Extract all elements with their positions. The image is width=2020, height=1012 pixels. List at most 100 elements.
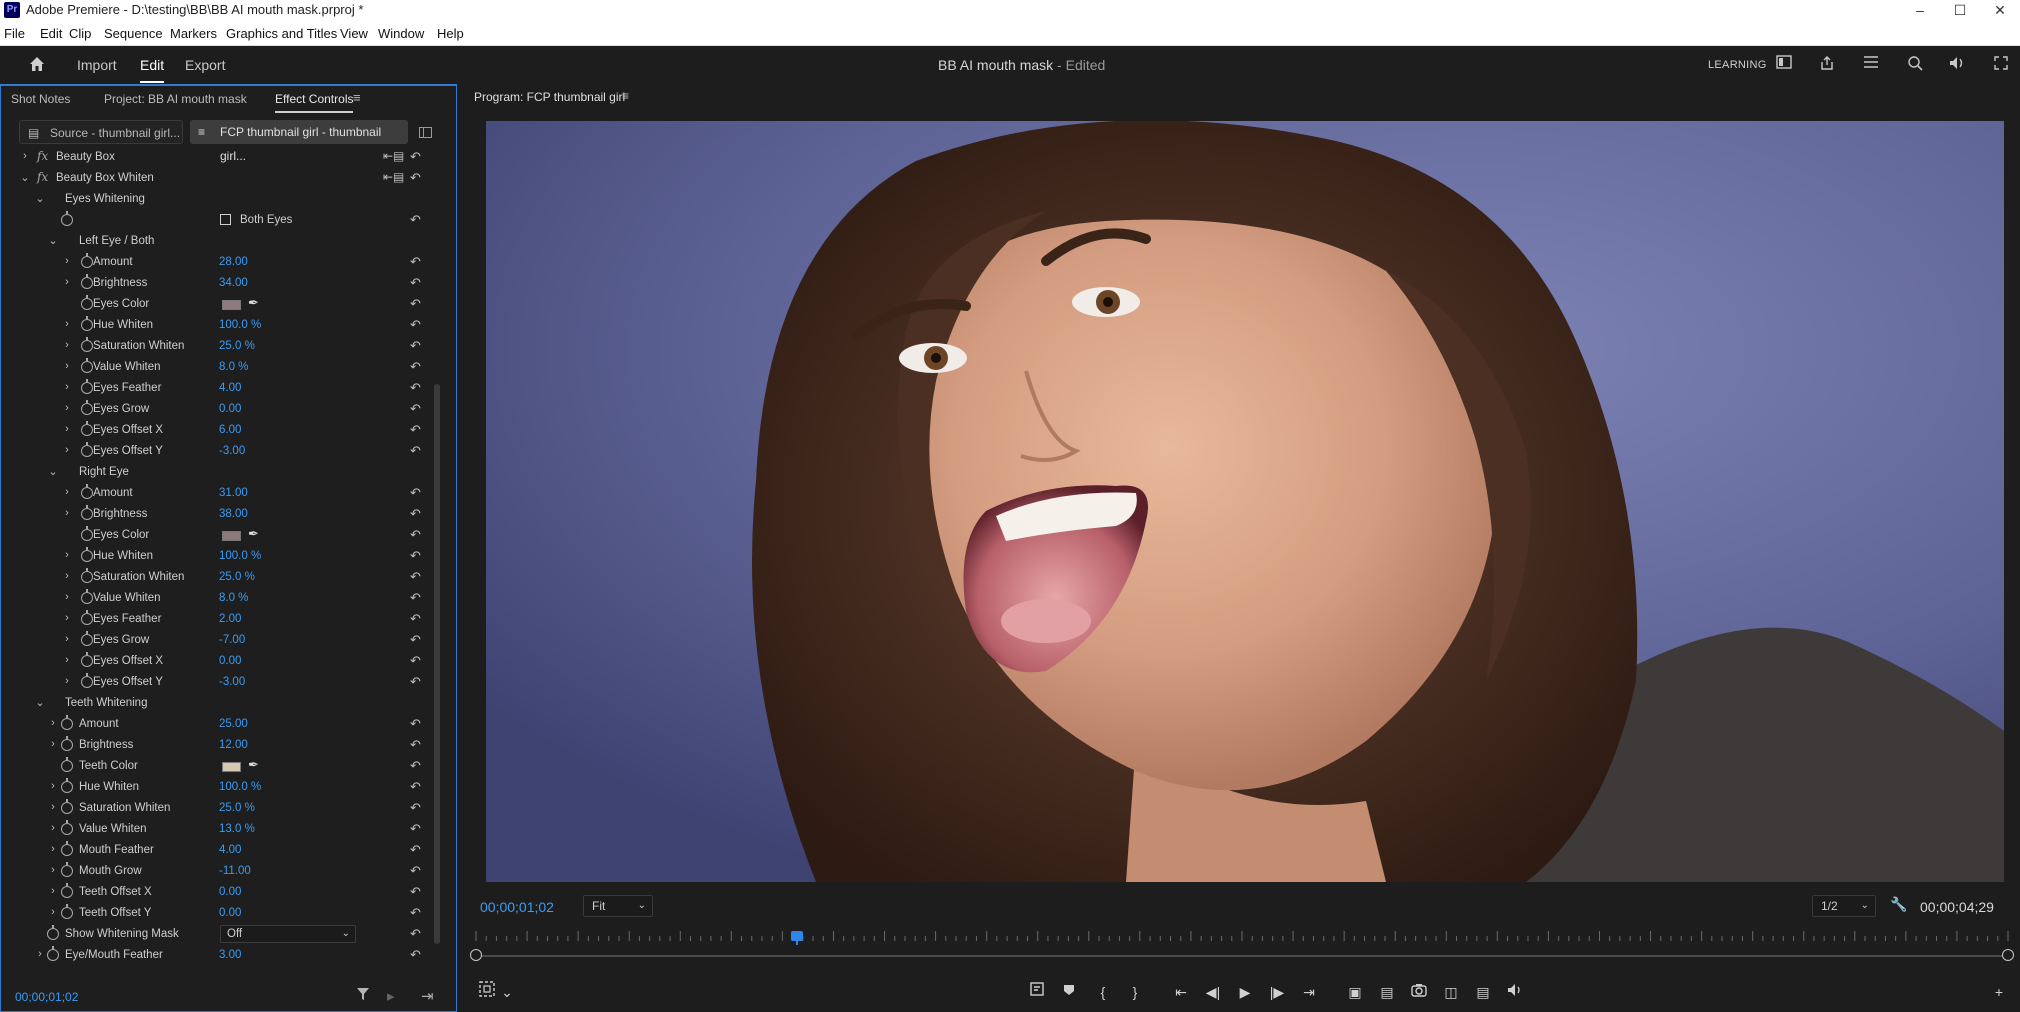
playhead-handle[interactable]	[790, 931, 803, 945]
stopwatch-icon[interactable]	[81, 484, 93, 499]
panel-menu-icon[interactable]: ≡	[353, 90, 361, 105]
reset-icon[interactable]: ↶	[410, 842, 421, 858]
reset-icon[interactable]: ↶	[410, 527, 421, 543]
effect-menu-icon[interactable]: ⇤▤	[383, 170, 404, 184]
learning-button[interactable]: LEARNING	[1708, 59, 1767, 71]
proxy-toggle-icon[interactable]: ▤	[1472, 981, 1494, 1003]
effect-param-amount[interactable]: › Amount 31.00 ↶	[1, 483, 441, 504]
effect-param-brightness[interactable]: › Brightness 34.00 ↶	[1, 273, 441, 294]
param-value[interactable]: 13.0 %	[219, 823, 255, 835]
effect-param-amount[interactable]: › Amount 28.00 ↶	[1, 252, 441, 273]
stopwatch-icon[interactable]	[81, 631, 93, 646]
stopwatch-icon[interactable]	[81, 568, 93, 583]
param-value[interactable]: 100.0 %	[219, 781, 261, 793]
param-value[interactable]: -11.00	[219, 865, 251, 877]
stopwatch-icon[interactable]	[81, 379, 93, 394]
chevron-right-icon[interactable]: ›	[61, 423, 73, 435]
stopwatch-icon[interactable]	[81, 295, 93, 310]
color-swatch[interactable]	[222, 762, 241, 772]
menu-markers[interactable]: Markers	[170, 26, 217, 41]
chevron-right-icon[interactable]: ›	[61, 507, 73, 519]
reset-icon[interactable]: ↶	[410, 821, 421, 837]
effect-param-teeth-offset-y[interactable]: › Teeth Offset Y 0.00 ↶	[1, 903, 441, 924]
chevron-right-icon[interactable]: ›	[61, 318, 73, 330]
play-audio-icon[interactable]: ▸	[387, 987, 395, 1005]
sequence-clip-tab[interactable]: ≡ FCP thumbnail girl - thumbnail girl...	[190, 120, 408, 163]
reset-icon[interactable]: ↶	[410, 737, 421, 753]
menu-file[interactable]: File	[4, 26, 25, 41]
panel-layout-icon[interactable]	[1773, 55, 1795, 75]
timeline-view-toggle-icon[interactable]	[419, 127, 432, 138]
stopwatch-icon[interactable]	[61, 862, 73, 877]
effect-param-eyes-color[interactable]: Eyes Color ✒ ↶	[1, 294, 441, 315]
effect-param-value-whiten[interactable]: › Value Whiten 13.0 % ↶	[1, 819, 441, 840]
reset-icon[interactable]: ↶	[410, 800, 421, 816]
eyedropper-icon[interactable]: ✒	[248, 526, 259, 542]
step-back-icon[interactable]: ◀​|	[1202, 981, 1224, 1003]
param-value[interactable]: 3.00	[219, 949, 241, 961]
program-timecode[interactable]: 00;00;01;02	[480, 899, 554, 915]
settings-wrench-icon[interactable]: 🔧	[1890, 896, 1907, 913]
chevron-right-icon[interactable]: ›	[61, 654, 73, 666]
nav-export[interactable]: Export	[185, 57, 225, 73]
effect-param-eyes-offset-y[interactable]: › Eyes Offset Y -3.00 ↶	[1, 672, 441, 693]
effect-param-value-whiten[interactable]: › Value Whiten 8.0 % ↶	[1, 588, 441, 609]
param-value[interactable]: 8.0 %	[219, 592, 248, 604]
playback-resolution-select[interactable]: 1/2 ⌄	[1812, 895, 1876, 917]
effect-param-hue-whiten[interactable]: › Hue Whiten 100.0 % ↶	[1, 315, 441, 336]
chevron-right-icon[interactable]: ›	[61, 612, 73, 624]
effect-param-mouth-grow[interactable]: › Mouth Grow -11.00 ↶	[1, 861, 441, 882]
menu-sequence[interactable]: Sequence	[104, 26, 163, 41]
stopwatch-icon[interactable]	[47, 946, 59, 961]
video-frame[interactable]	[486, 121, 2004, 882]
stopwatch-icon[interactable]	[81, 505, 93, 520]
stopwatch-icon[interactable]	[81, 610, 93, 625]
chevron-right-icon[interactable]: ›	[47, 801, 59, 813]
effect-param-left-eye-both[interactable]: ⌄ Left Eye / Both	[1, 231, 441, 252]
reset-icon[interactable]: ↶	[410, 611, 421, 627]
zoom-level-select[interactable]: Fit ⌄	[583, 895, 653, 917]
nav-import[interactable]: Import	[77, 57, 117, 73]
param-value[interactable]: 0.00	[219, 403, 241, 415]
reset-icon[interactable]: ↶	[410, 422, 421, 438]
param-value[interactable]: 4.00	[219, 844, 241, 856]
effect-param-hue-whiten[interactable]: › Hue Whiten 100.0 % ↶	[1, 546, 441, 567]
param-value[interactable]: 25.0 %	[219, 571, 255, 583]
chevron-right-icon[interactable]: ›	[61, 339, 73, 351]
menu-clip[interactable]: Clip	[69, 26, 91, 41]
safe-margins-icon[interactable]	[476, 981, 498, 1003]
effect-param-brightness[interactable]: › Brightness 38.00 ↶	[1, 504, 441, 525]
effect-param-teeth-color[interactable]: Teeth Color ✒ ↶	[1, 756, 441, 777]
reset-icon[interactable]: ↶	[410, 317, 421, 333]
reset-icon[interactable]: ↶	[410, 716, 421, 732]
volume-icon[interactable]	[1946, 55, 1968, 75]
stopwatch-icon[interactable]	[81, 442, 93, 457]
param-value[interactable]: 0.00	[219, 907, 241, 919]
whitening-mask-select[interactable]: Off ⌄	[220, 925, 356, 943]
chevron-right-icon[interactable]: ›	[61, 591, 73, 603]
zoom-scroll-bar[interactable]	[476, 955, 2008, 957]
share-icon[interactable]	[1816, 55, 1838, 75]
go-to-in-icon[interactable]: ⇤	[1170, 981, 1192, 1003]
close-icon[interactable]: ✕	[1980, 0, 2020, 20]
effect-param-brightness[interactable]: › Brightness 12.00 ↶	[1, 735, 441, 756]
param-value[interactable]: 28.00	[219, 256, 248, 268]
reset-icon[interactable]: ↶	[410, 779, 421, 795]
add-marker-icon[interactable]	[1058, 981, 1080, 1003]
nav-edit[interactable]: Edit	[140, 57, 165, 83]
stopwatch-icon[interactable]	[61, 883, 73, 898]
stopwatch-icon[interactable]	[81, 400, 93, 415]
stopwatch-icon[interactable]	[61, 820, 73, 835]
stopwatch-icon[interactable]	[81, 589, 93, 604]
param-value[interactable]: 2.00	[219, 613, 241, 625]
program-menu-icon[interactable]: ≡	[622, 89, 629, 103]
chevron-right-icon[interactable]: ›	[47, 843, 59, 855]
color-swatch[interactable]	[222, 531, 241, 541]
chevron-right-icon[interactable]: ›	[47, 906, 59, 918]
effect-param-teeth-offset-x[interactable]: › Teeth Offset X 0.00 ↶	[1, 882, 441, 903]
fx-toggle-icon[interactable]: fx	[37, 149, 48, 163]
menu-view[interactable]: View	[340, 26, 368, 41]
effect-controls-scrollbar[interactable]	[434, 384, 440, 944]
stopwatch-icon[interactable]	[61, 211, 73, 226]
color-swatch[interactable]	[222, 300, 241, 310]
